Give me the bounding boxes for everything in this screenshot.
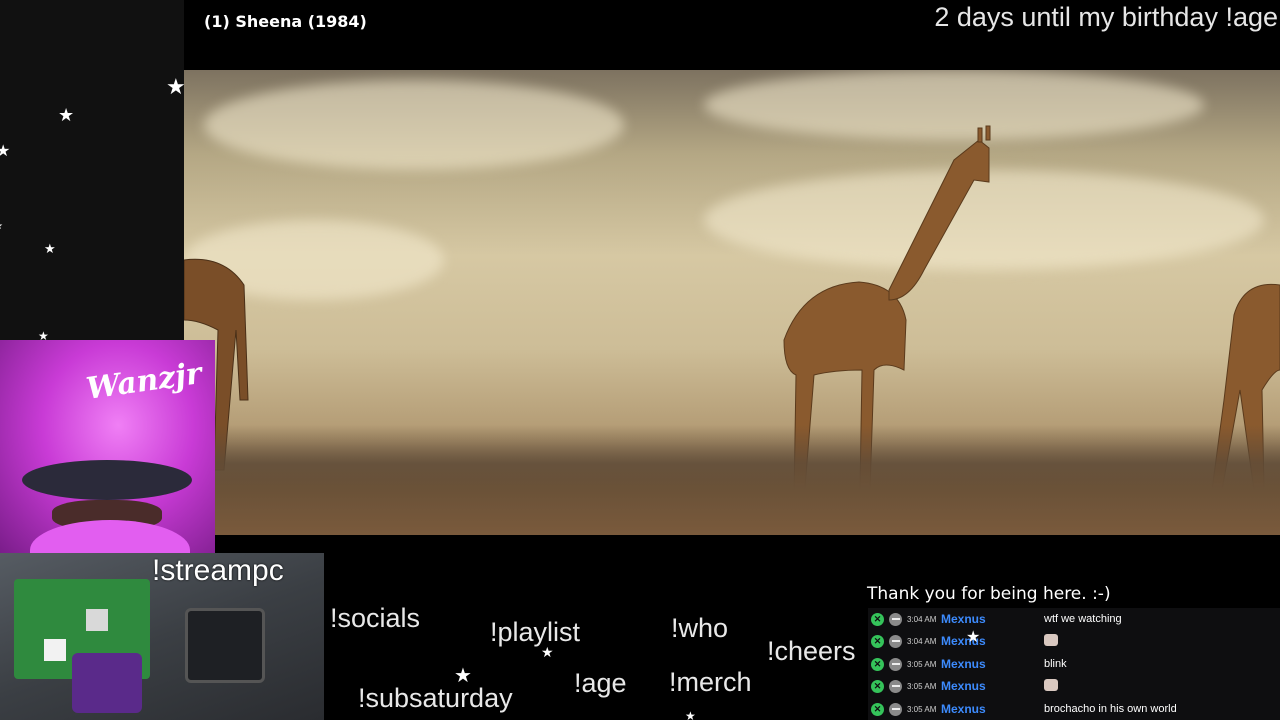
chat-message: ✕ 3:04 AM Mexnus — [868, 630, 1280, 652]
star-icon: ★ — [44, 241, 56, 256]
chat-message: ✕ 3:05 AM Mexnus — [868, 675, 1280, 697]
chat-username[interactable]: Mexnus — [941, 702, 1041, 716]
command-who: !who — [671, 613, 729, 643]
chat-text: brochacho in his own world — [1044, 703, 1177, 715]
command-playlist: !playlist — [490, 617, 581, 647]
chat-message: ✕ 3:04 AM Mexnus wtf we watching — [868, 608, 1280, 630]
birthday-marquee: 2 days until my birthday !age — [934, 2, 1278, 32]
chat-time: 3:04 AM — [907, 614, 937, 624]
chat-message: ✕ 3:05 AM Mexnus brochacho in his own wo… — [868, 698, 1280, 720]
command-subsaturday: !subsaturday — [358, 683, 513, 713]
chat-emote — [1044, 678, 1058, 694]
qr-code — [44, 639, 66, 661]
star-icon: ★ — [58, 105, 75, 125]
subscriber-badge-icon — [889, 702, 902, 716]
cooling-fan — [185, 608, 265, 683]
subscriber-badge-icon — [889, 612, 902, 626]
star-icon: ★ — [0, 222, 3, 232]
emote-icon — [1044, 678, 1058, 691]
chat-time: 3:04 AM — [907, 636, 937, 646]
star-icon: ★ — [541, 644, 554, 660]
starfield-panel: ★ ★ ★ ★ ★ ★ — [0, 0, 186, 342]
purple-figure — [72, 653, 142, 713]
video-player[interactable] — [184, 70, 1280, 535]
chat-username[interactable]: Mexnus — [941, 612, 1041, 626]
hood-brim — [22, 460, 192, 500]
command-age: !age — [574, 668, 627, 698]
chip — [86, 609, 108, 631]
chat-panel: ✕ 3:04 AM Mexnus wtf we watching ✕ 3:04 … — [868, 608, 1280, 720]
stream-overlay: ★ ★ ★ ★ ★ ★ (1) Sheena (1984) 2 days unt… — [0, 0, 1280, 720]
savanna-brush — [184, 425, 1280, 535]
chat-username[interactable]: Mexnus — [941, 657, 1041, 671]
avatar-mask — [30, 520, 190, 553]
emote-icon — [1044, 633, 1058, 646]
chat-username[interactable]: Mexnus — [941, 634, 1041, 648]
chat-username[interactable]: Mexnus — [941, 679, 1041, 693]
command-merch: !merch — [669, 667, 752, 697]
chat-time: 3:05 AM — [907, 659, 937, 669]
moderator-badge-icon: ✕ — [871, 657, 884, 671]
star-icon: ★ — [966, 629, 981, 646]
command-socials: !socials — [330, 603, 421, 633]
subscriber-badge-icon — [889, 679, 902, 693]
command-cheers: !cheers — [767, 636, 856, 666]
chat-time: 3:05 AM — [907, 681, 937, 691]
moderator-badge-icon: ✕ — [871, 679, 884, 693]
chat-message: ✕ 3:05 AM Mexnus blink — [868, 653, 1280, 675]
star-icon: ★ — [166, 74, 186, 99]
moderator-badge-icon: ✕ — [871, 702, 884, 716]
chat-text: wtf we watching — [1044, 613, 1122, 625]
chat-emote — [1044, 633, 1058, 649]
star-icon: ★ — [0, 143, 11, 160]
subscriber-badge-icon — [889, 657, 902, 671]
star-icon: ★ — [685, 709, 696, 720]
star-icon: ★ — [454, 665, 472, 687]
chat-time: 3:05 AM — [907, 704, 937, 714]
moderator-badge-icon: ✕ — [871, 634, 884, 648]
streampc-label: !streampc — [152, 554, 284, 587]
chat-text: blink — [1044, 658, 1067, 670]
subscriber-badge-icon — [889, 634, 902, 648]
chat-header: Thank you for being here. :-) — [867, 584, 1111, 604]
moderator-badge-icon: ✕ — [871, 612, 884, 626]
video-title: (1) Sheena (1984) — [204, 12, 367, 31]
